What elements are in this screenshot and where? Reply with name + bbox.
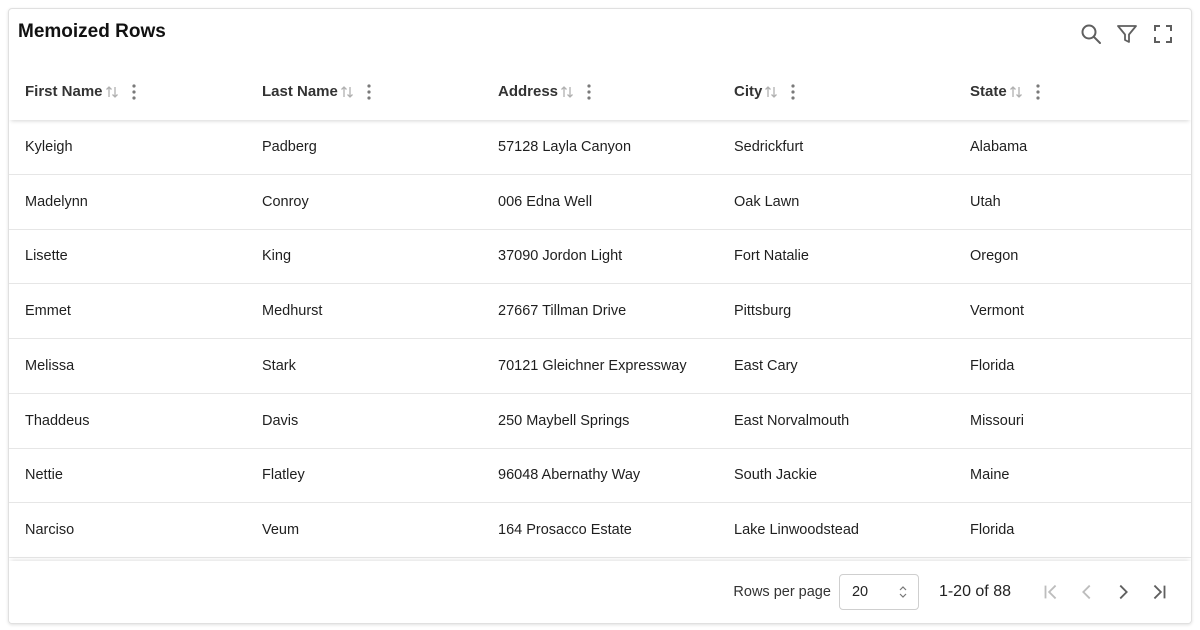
table-cell: Alabama: [970, 138, 1028, 155]
pagination-footer: Rows per page 20 1-20 of 88: [9, 561, 1191, 623]
table-row: Madelynn Conroy 006 Edna Well Oak Lawn Utah: [9, 175, 1191, 230]
column-header-label: Address: [498, 83, 559, 100]
column-menu-icon[interactable]: [581, 83, 597, 101]
table-row: Narciso Veum 164 Prosacco Estate Lake Linwo…: [9, 503, 1191, 558]
table-cell: Madelynn: [25, 193, 88, 210]
table-cell: Thaddeus: [25, 412, 90, 429]
column-header[interactable]: First Name: [9, 83, 246, 101]
column-menu-icon[interactable]: [361, 83, 377, 101]
column-menu-icon[interactable]: [785, 83, 801, 101]
data-table-card: Memoized Rows First Name Last Name Address…: [8, 8, 1192, 624]
first-page-button[interactable]: [1033, 574, 1069, 610]
next-page-button[interactable]: [1105, 574, 1141, 610]
fullscreen-icon: [1154, 25, 1172, 43]
sort-icon[interactable]: [559, 84, 575, 100]
table-row: Kyleigh Padberg 57128 Layla Canyon Sedrickf…: [9, 120, 1191, 175]
table-cell: Emmet: [25, 303, 71, 320]
table-cell: Medhurst: [262, 303, 323, 320]
search-button[interactable]: [1075, 21, 1107, 47]
rows-per-page-label: Rows per page: [733, 584, 831, 600]
table-cell: Utah: [970, 193, 1001, 210]
first-page-icon: [1044, 584, 1057, 600]
table-row: Emmet Medhurst 27667 Tillman Drive Pittsbur…: [9, 284, 1191, 339]
table-cell: Oregon: [970, 248, 1019, 265]
sort-icon[interactable]: [763, 84, 779, 100]
table-cell: 006 Edna Well: [498, 193, 593, 210]
fullscreen-button[interactable]: [1147, 21, 1179, 47]
table-row: Melissa Stark 70121 Gleichner Expressway Ea…: [9, 339, 1191, 394]
table-cell: Flatley: [262, 467, 305, 484]
column-header[interactable]: City: [718, 83, 954, 101]
table-cell: Lake Linwoodstead: [734, 522, 859, 539]
search-icon: [1081, 24, 1101, 44]
column-header[interactable]: Last Name: [246, 83, 482, 101]
table-cell: Sedrickfurt: [734, 138, 804, 155]
last-page-button[interactable]: [1141, 574, 1177, 610]
table-cell: Veum: [262, 522, 300, 539]
table-cell: Conroy: [262, 193, 309, 210]
table-cell: 96048 Abernathy Way: [498, 467, 641, 484]
table-cell: Fort Natalie: [734, 248, 809, 265]
column-header[interactable]: State: [954, 83, 1191, 101]
table-cell: Oak Lawn: [734, 193, 800, 210]
table-cell: Stark: [262, 357, 296, 374]
last-page-icon: [1153, 584, 1166, 600]
column-header[interactable]: Address: [482, 83, 718, 101]
table-cell: 164 Prosacco Estate: [498, 522, 632, 539]
table-cell: 57128 Layla Canyon: [498, 138, 632, 155]
sort-icon[interactable]: [339, 84, 355, 100]
pagination-range: 1-20 of 88: [938, 583, 1011, 600]
filter-icon: [1117, 25, 1137, 43]
column-header-label: City: [734, 83, 763, 100]
column-menu-icon[interactable]: [126, 83, 142, 101]
select-arrows-icon: [899, 586, 907, 598]
table-cell: East Cary: [734, 357, 798, 374]
table-cell: Nettie: [25, 467, 63, 484]
column-header-label: State: [970, 83, 1007, 100]
column-menu-icon[interactable]: [1030, 83, 1046, 101]
table-cell: 250 Maybell Springs: [498, 412, 630, 429]
table-cell: Vermont: [970, 303, 1024, 320]
table-cell: Florida: [970, 522, 1015, 539]
table-cell: Davis: [262, 412, 299, 429]
sort-icon[interactable]: [104, 84, 120, 100]
sort-icon[interactable]: [1008, 84, 1024, 100]
chevron-left-icon: [1082, 584, 1091, 600]
rows-per-page-value: 20: [851, 584, 869, 600]
table-cell: Kyleigh: [25, 138, 73, 155]
table-cell: Florida: [970, 357, 1015, 374]
table-cell: East Norvalmouth: [734, 412, 850, 429]
table-title: Memoized Rows: [18, 21, 166, 42]
table-header: First Name Last Name Address City State: [9, 63, 1191, 120]
table-cell: South Jackie: [734, 467, 818, 484]
table-row: Nettie Flatley 96048 Abernathy Way South Ja…: [9, 449, 1191, 504]
previous-page-button[interactable]: [1069, 574, 1105, 610]
filter-button[interactable]: [1111, 21, 1143, 47]
table-cell: Padberg: [262, 138, 317, 155]
table-cell: Melissa: [25, 357, 75, 374]
column-header-label: Last Name: [262, 83, 338, 100]
table-cell: 70121 Gleichner Expressway: [498, 357, 687, 374]
rows-per-page-select[interactable]: 20: [838, 574, 919, 610]
table-cell: Narciso: [25, 522, 75, 539]
table-cell: King: [262, 248, 292, 265]
table-cell: 37090 Jordon Light: [498, 248, 623, 265]
table-cell: Lisette: [25, 248, 68, 265]
chevron-right-icon: [1119, 584, 1128, 600]
table-row: Lisette King 37090 Jordon Light Fort Natali…: [9, 230, 1191, 285]
table-cell: 27667 Tillman Drive: [498, 303, 627, 320]
column-header-label: First Name: [25, 83, 103, 100]
table-cell: Missouri: [970, 412, 1024, 429]
table-toolbar: [1075, 21, 1179, 47]
table-cell: Pittsburg: [734, 303, 792, 320]
table-cell: Maine: [970, 467, 1010, 484]
table-row: Thaddeus Davis 250 Maybell Springs East Nor…: [9, 394, 1191, 449]
table-body: Kyleigh Padberg 57128 Layla Canyon Sedrickf…: [9, 120, 1191, 558]
